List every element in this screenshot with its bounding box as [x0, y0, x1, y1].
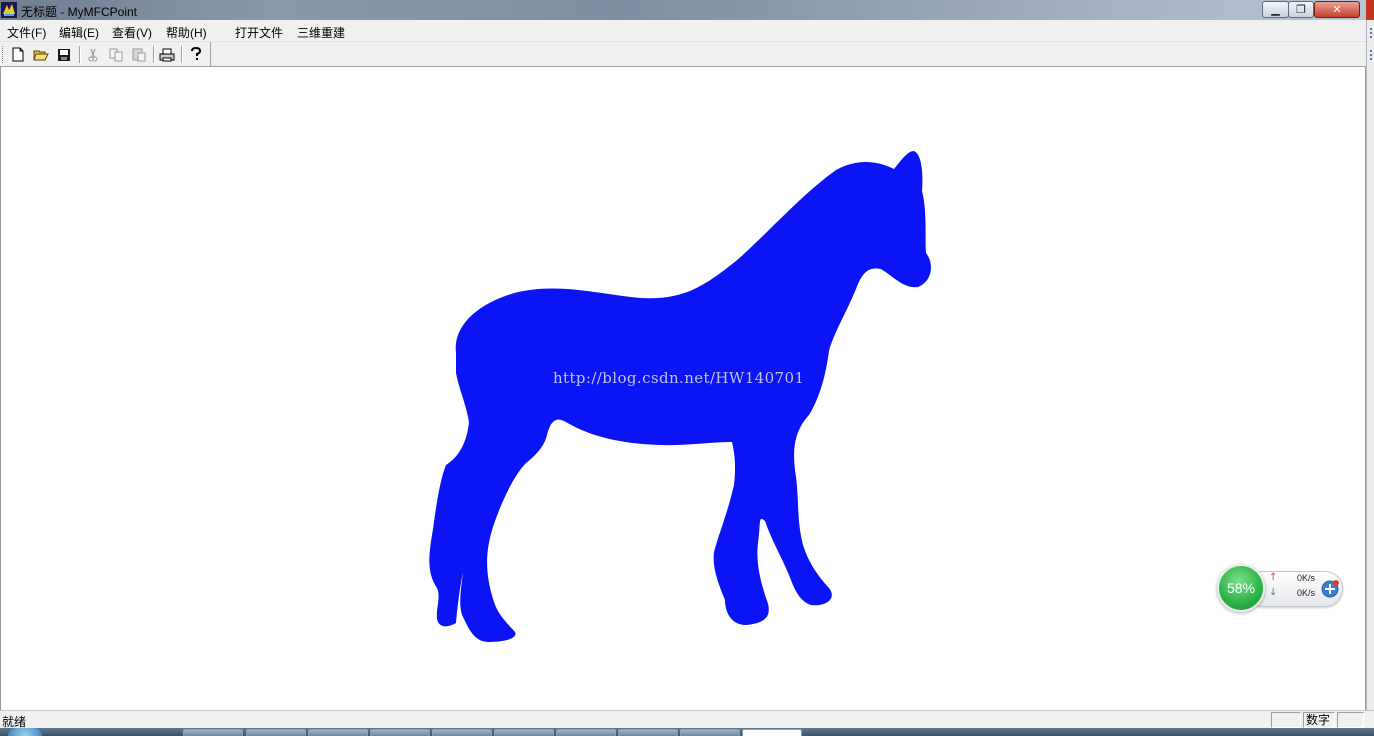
right-window-edge: [1366, 20, 1374, 710]
taskbar-item[interactable]: [680, 729, 740, 736]
menu-edit[interactable]: 编辑(E): [59, 24, 99, 41]
toolbar-end: [210, 42, 211, 67]
taskbar-item[interactable]: [370, 729, 430, 736]
menu-file[interactable]: 文件(F): [7, 24, 46, 41]
app-icon[interactable]: [1, 2, 17, 18]
background-window-edge: [1366, 0, 1374, 20]
toolbar: [0, 42, 1366, 67]
taskbar-item[interactable]: [432, 729, 492, 736]
watermark-text: http://blog.csdn.net/HW140701: [553, 369, 805, 387]
taskbar-item[interactable]: [183, 729, 243, 736]
menu-view[interactable]: 查看(V): [112, 24, 152, 41]
toolbar-grip[interactable]: [2, 46, 5, 63]
window-title: 无标题 - MyMFCPoint: [21, 5, 138, 19]
menu-open-file[interactable]: 打开文件: [235, 24, 283, 41]
memory-usage-ball[interactable]: 58%: [1217, 564, 1265, 612]
start-button-icon[interactable]: [8, 728, 42, 736]
save-icon: [58, 48, 70, 61]
horse-silhouette: [429, 151, 931, 642]
help-button[interactable]: [186, 45, 206, 64]
network-speed-widget[interactable]: 58% ↑ ↓ 0K/s 0K/s: [1217, 564, 1345, 614]
taskbar-item-active[interactable]: [742, 729, 802, 736]
menu-help[interactable]: 帮助(H): [166, 24, 207, 41]
print-icon: [159, 48, 175, 61]
horse-body-shape: [429, 151, 931, 642]
status-bar: 就绪 数字: [0, 710, 1374, 729]
save-button[interactable]: [54, 45, 74, 64]
status-panel-scroll: [1337, 712, 1364, 728]
download-arrow-icon: ↓: [1269, 587, 1278, 598]
drawing-canvas[interactable]: http://blog.csdn.net/HW140701 58% ↑ ↓ 0K…: [0, 67, 1366, 710]
new-icon: [12, 47, 24, 62]
menu-3d-reconstruction[interactable]: 三维重建: [297, 24, 345, 41]
paste-button[interactable]: [129, 45, 149, 64]
taskbar: [0, 728, 1374, 736]
upload-arrow-icon: ↑: [1269, 572, 1278, 583]
menu-bar: 文件(F) 编辑(E) 查看(V) 帮助(H) 打开文件 三维重建: [0, 20, 1366, 42]
toolbar-separator: [79, 46, 81, 63]
taskbar-item[interactable]: [556, 729, 616, 736]
cut-icon: [88, 48, 98, 61]
num-lock-indicator: 数字: [1303, 712, 1335, 728]
status-panel-empty: [1271, 712, 1301, 728]
copy-button[interactable]: [106, 45, 126, 64]
toolbar-separator: [153, 46, 155, 63]
cut-button[interactable]: [83, 45, 103, 64]
paste-icon: [132, 48, 145, 62]
add-plus-icon[interactable]: [1320, 579, 1340, 599]
help-icon: [191, 47, 202, 60]
download-speed: 0K/s: [1297, 588, 1316, 598]
print-button[interactable]: [157, 45, 177, 64]
open-button[interactable]: [31, 45, 51, 64]
upload-speed: 0K/s: [1297, 573, 1316, 583]
close-button[interactable]: ✕: [1314, 1, 1360, 18]
taskbar-item[interactable]: [494, 729, 554, 736]
toolbar-separator: [181, 46, 183, 63]
taskbar-item[interactable]: [246, 729, 306, 736]
open-icon: [33, 50, 49, 60]
application-window: 无标题 - MyMFCPoint ▁ ❐ ✕ 文件(F) 编辑(E) 查看(V)…: [0, 0, 1374, 736]
minimize-button[interactable]: ▁: [1262, 1, 1289, 18]
copy-icon: [109, 48, 122, 61]
new-button[interactable]: [8, 45, 28, 64]
taskbar-item[interactable]: [308, 729, 368, 736]
maximize-button[interactable]: ❐: [1288, 1, 1314, 18]
title-bar[interactable]: 无标题 - MyMFCPoint ▁ ❐ ✕: [0, 0, 1374, 20]
taskbar-item[interactable]: [618, 729, 678, 736]
